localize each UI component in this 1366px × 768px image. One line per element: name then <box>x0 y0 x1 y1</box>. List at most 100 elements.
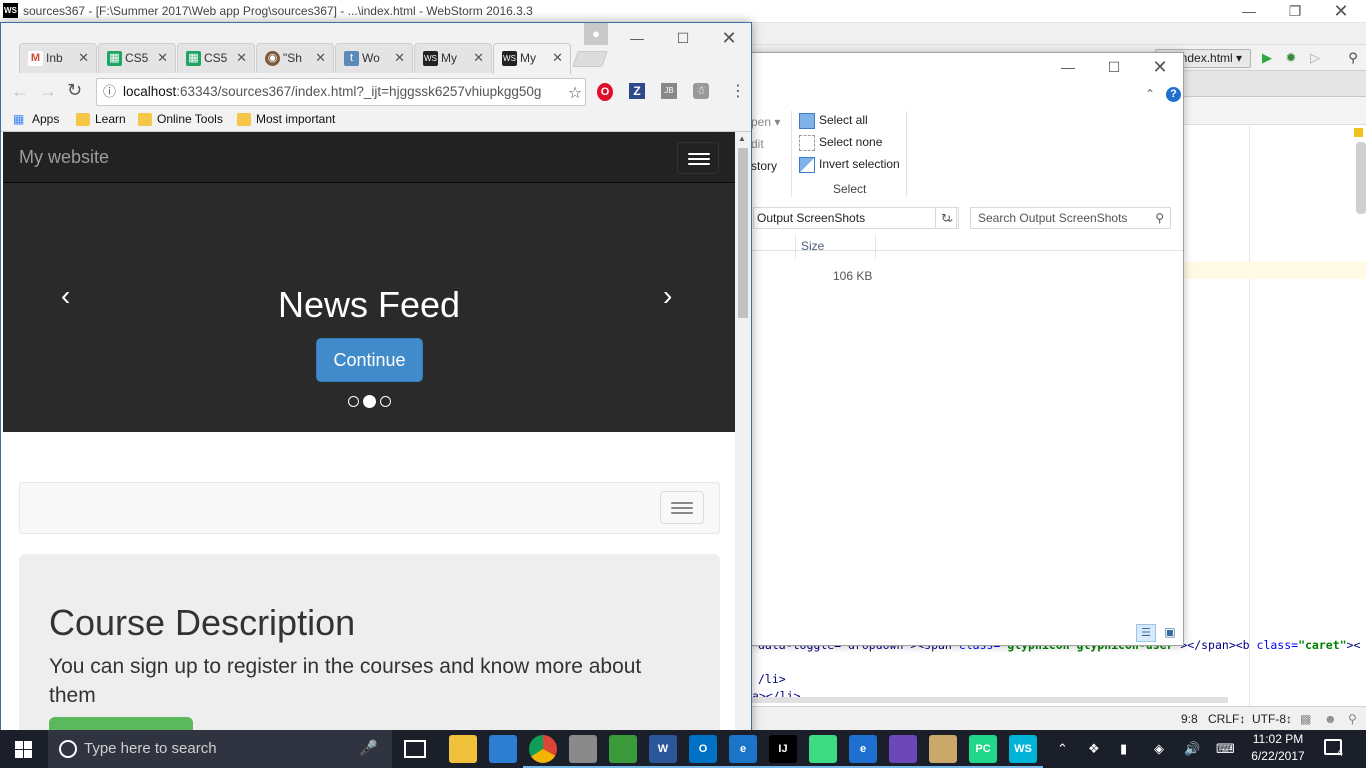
close-tab-icon[interactable]: ✕ <box>157 44 168 72</box>
close-tab-icon[interactable]: ✕ <box>394 44 405 72</box>
ide-restore-button[interactable]: ❐ <box>1272 0 1318 23</box>
explorer-maximize-button[interactable]: ☐ <box>1091 53 1137 83</box>
editor-horizontal-scrollbar[interactable] <box>752 697 1228 703</box>
browser-tab[interactable]: ◉ "Sh ✕ <box>256 43 334 73</box>
zotero-extension-icon[interactable]: Z <box>629 83 645 99</box>
sheets-taskbar-icon[interactable] <box>609 735 637 763</box>
column-header-size[interactable]: Size <box>801 239 824 253</box>
caret-position[interactable]: 9:8 <box>1181 712 1198 726</box>
inspector-icon[interactable]: ☻ <box>1324 712 1337 726</box>
secondary-toggle-button[interactable] <box>660 491 704 524</box>
chrome-menu-icon[interactable]: ⋮ <box>730 81 746 101</box>
help-icon[interactable]: ? <box>1166 87 1181 102</box>
ie-taskbar-icon[interactable]: e <box>849 735 877 763</box>
browser-tab[interactable]: WS My ✕ <box>414 43 492 73</box>
close-tab-icon[interactable]: ✕ <box>552 44 563 72</box>
large-icons-view-icon[interactable]: ▣ <box>1160 624 1180 642</box>
ide-close-button[interactable]: ✕ <box>1318 0 1364 23</box>
open-button[interactable]: pen ▾ <box>751 115 780 129</box>
invert-selection-button[interactable]: Invert selection <box>799 157 900 173</box>
snipping-tool-taskbar-icon[interactable] <box>569 735 597 763</box>
carousel-indicator[interactable] <box>348 396 359 407</box>
forward-icon[interactable]: → <box>39 81 57 102</box>
bookmark-star-icon[interactable]: ☆ <box>566 83 584 103</box>
ribbon-collapse-icon[interactable]: ⌃ <box>1145 87 1155 101</box>
coverage-icon[interactable]: ▷ <box>1307 50 1323 66</box>
browser-tab[interactable]: ▦ CS5 ✕ <box>98 43 176 73</box>
url-input[interactable]: ⓘ localhost:63343/sources367/index.html?_… <box>96 78 586 106</box>
microphone-icon[interactable]: 🎤 <box>359 730 378 768</box>
intellij-taskbar-icon[interactable]: IJ <box>769 735 797 763</box>
bookmark-apps[interactable]: ▦ Apps <box>13 112 59 126</box>
search-everywhere-icon[interactable]: ⚲ <box>1345 50 1361 66</box>
ide-minimize-button[interactable]: — <box>1226 0 1272 23</box>
close-tab-icon[interactable]: ✕ <box>315 44 326 72</box>
scroll-up-icon[interactable]: ▲ <box>738 134 746 143</box>
chrome-maximize-button[interactable]: ☐ <box>660 23 706 53</box>
app-purple-taskbar-icon[interactable] <box>889 735 917 763</box>
keyboard-icon[interactable]: ⌨ <box>1216 740 1235 758</box>
bookmark-folder-most-important[interactable]: Most important <box>237 112 335 126</box>
debug-icon[interactable]: ✹ <box>1283 50 1299 66</box>
column-divider[interactable] <box>795 235 796 259</box>
back-icon[interactable]: ← <box>11 81 29 102</box>
wifi-icon[interactable]: ◈ <box>1154 740 1164 758</box>
chrome-minimize-button[interactable]: — <box>614 23 660 53</box>
battery-icon[interactable]: ▮ <box>1120 740 1127 758</box>
show-hidden-icons[interactable]: ⌃ <box>1057 740 1068 758</box>
new-tab-button[interactable] <box>572 51 608 67</box>
edge-taskbar-icon[interactable]: e <box>729 735 757 763</box>
opera-extension-icon[interactable]: O <box>597 83 613 101</box>
close-tab-icon[interactable]: ✕ <box>473 44 484 72</box>
continue-button[interactable]: Continue <box>316 338 423 382</box>
editor-scrollbar[interactable] <box>1356 142 1366 214</box>
volume-icon[interactable]: 🔊 <box>1184 740 1200 758</box>
page-scrollbar[interactable]: ▲ ▼ <box>735 132 751 738</box>
browser-tab-active[interactable]: WS My ✕ <box>493 43 571 74</box>
site-brand[interactable]: My website <box>19 147 109 168</box>
select-none-button[interactable]: Select none <box>799 135 882 151</box>
browser-tab[interactable]: M Inb ✕ <box>19 43 97 73</box>
carousel-indicator[interactable] <box>380 396 391 407</box>
editor-warning-marker[interactable] <box>1354 128 1363 137</box>
file-explorer-taskbar-icon[interactable] <box>449 735 477 763</box>
webstorm-taskbar-icon[interactable]: WS <box>1009 735 1037 763</box>
word-taskbar-icon[interactable]: W <box>649 735 677 763</box>
info-icon[interactable]: ⓘ <box>103 79 116 105</box>
paint-taskbar-icon[interactable] <box>929 735 957 763</box>
pycharm-taskbar-icon[interactable]: PC <box>969 735 997 763</box>
dropbox-icon[interactable]: ❖ <box>1088 740 1100 758</box>
lock-icon[interactable]: ▩ <box>1300 712 1311 726</box>
explorer-search-input[interactable]: Search Output ScreenShots ⚲ <box>970 207 1171 229</box>
jetbrains-extension-icon[interactable]: JB <box>661 83 677 99</box>
start-button[interactable] <box>0 730 48 768</box>
close-tab-icon[interactable]: ✕ <box>78 44 89 72</box>
bookmark-folder-learn[interactable]: Learn <box>76 112 126 126</box>
details-view-icon[interactable]: ☰ <box>1136 624 1156 642</box>
address-bar[interactable]: Output ScreenShots ⌄ <box>753 207 959 229</box>
browser-tab[interactable]: t Wo ✕ <box>335 43 413 73</box>
refresh-icon[interactable]: ↻ <box>935 207 957 229</box>
navbar-toggle-button[interactable] <box>677 142 719 174</box>
reload-icon[interactable]: ↻ <box>67 80 82 101</box>
bookmark-folder-online-tools[interactable]: Online Tools <box>138 112 223 126</box>
run-icon[interactable]: ▶ <box>1259 50 1275 66</box>
chrome-close-button[interactable]: ✕ <box>706 23 752 53</box>
select-all-button[interactable]: Select all <box>799 113 868 129</box>
android-studio-taskbar-icon[interactable] <box>809 735 837 763</box>
explorer-minimize-button[interactable]: — <box>1045 53 1091 83</box>
edit-button[interactable]: dit <box>751 137 764 151</box>
history-button[interactable]: story <box>751 159 777 173</box>
carousel-indicator-active[interactable] <box>363 395 376 408</box>
column-divider[interactable] <box>875 235 876 259</box>
extension-icon[interactable]: ☃ <box>693 83 709 99</box>
file-encoding[interactable]: UTF-8↕ <box>1252 712 1292 726</box>
chrome-taskbar-icon[interactable] <box>529 735 557 763</box>
outlook-taskbar-icon[interactable]: O <box>689 735 717 763</box>
taskbar-clock[interactable]: 11:02 PM 6/22/2017 <box>1246 731 1310 765</box>
file-size-cell[interactable]: 106 KB <box>833 269 872 283</box>
close-tab-icon[interactable]: ✕ <box>236 44 247 72</box>
line-separator[interactable]: CRLF↕ <box>1208 712 1245 726</box>
taskbar-search-input[interactable]: Type here to search 🎤 <box>48 730 392 768</box>
browser-tab[interactable]: ▦ CS5 ✕ <box>177 43 255 73</box>
